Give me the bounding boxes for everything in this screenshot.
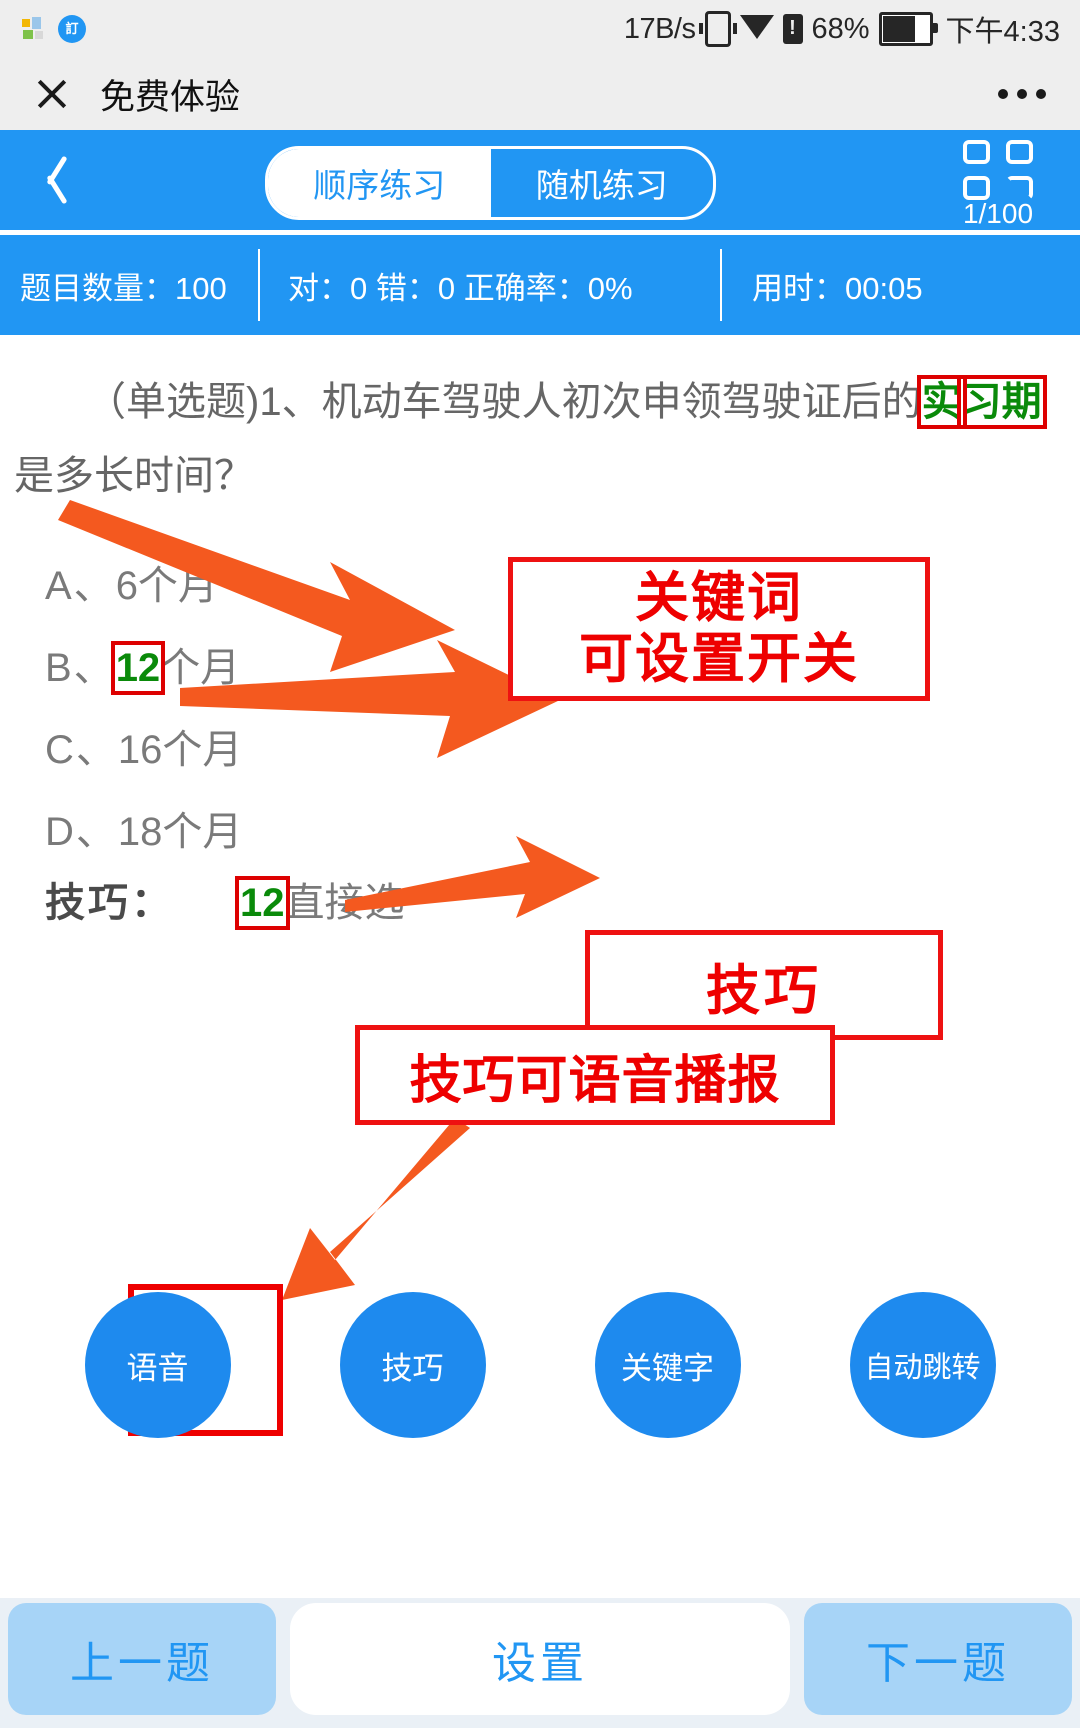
tip-row: 技巧： 12直接选 <box>45 870 405 930</box>
status-bar: 訂 17B/s 68% 下午4:33 <box>0 0 1080 58</box>
option-a-text: 6个月 <box>115 564 218 608</box>
option-c-label: C、 <box>45 728 118 772</box>
stat-elapsed-time: 用时：00:05 <box>752 270 923 306</box>
battery-icon <box>878 12 938 46</box>
badge-icon: 訂 <box>58 15 86 43</box>
chevron-left-icon[interactable] <box>34 152 64 208</box>
more-icon[interactable] <box>998 89 1046 99</box>
title-bar: 免费体验 <box>0 58 1080 130</box>
prev-question-button[interactable]: 上一题 <box>8 1603 276 1715</box>
tip-label: 技巧： <box>45 881 174 925</box>
option-a-label: A、 <box>45 564 116 608</box>
annotation-voice-text: 技巧可语音播报 <box>409 1051 781 1110</box>
wifi-icon <box>739 15 774 39</box>
stat-score: 对：0 错：0 正确率：0% <box>258 249 722 321</box>
grid-icon <box>963 140 1033 200</box>
page-title: 免费体验 <box>100 77 241 117</box>
option-d[interactable]: D、18个月 <box>45 791 645 873</box>
tip-keyword: 12 <box>235 876 290 930</box>
annotation-voice: 技巧可语音播报 <box>355 1025 835 1125</box>
stats-bar: 题目数量：100 对：0 错：0 正确率：0% 用时：00:05 <box>0 235 1080 335</box>
annotation-skill-text: 技巧 <box>706 960 822 1021</box>
tab-random-practice[interactable]: 随机练习 <box>491 149 714 217</box>
option-b-label: B、 <box>45 646 116 690</box>
feature-circle-row: 语音 技巧 关键字 自动跳转 <box>0 1292 1080 1438</box>
close-icon[interactable] <box>34 76 70 112</box>
annotation-skill: 技巧 <box>585 930 943 1040</box>
circle-button-voice[interactable]: 语音 <box>84 1292 231 1438</box>
question-text: （单选题)1、机动车驾驶人初次申领驾驶证后的实习期是多长时间？ <box>14 365 1064 513</box>
option-c[interactable]: C、16个月 <box>45 709 645 791</box>
network-speed: 17B/s <box>623 12 696 45</box>
battery-percent: 68% <box>811 12 870 45</box>
bottom-bar: 上一题 设置 下一题 <box>0 1598 1080 1728</box>
question-text-part1: （单选题)1、机动车驾驶人初次申领驾驶证后的 <box>86 380 922 424</box>
circle-button-keyword[interactable]: 关键字 <box>594 1292 741 1438</box>
phone-screen: 訂 17B/s 68% 下午4:33 免费体验 顺序练习 随机练习 1/100 … <box>0 0 1080 1728</box>
practice-mode-tabs: 顺序练习 随机练习 <box>265 146 716 220</box>
stat-question-count: 题目数量：100 <box>20 270 227 306</box>
option-b-text: 个月 <box>160 646 241 690</box>
option-d-text: 18个月 <box>117 810 243 854</box>
tab-sequential-practice[interactable]: 顺序练习 <box>268 149 491 217</box>
option-d-label: D、 <box>45 810 118 854</box>
question-keyword-1: 实 <box>916 375 967 429</box>
circle-button-skill[interactable]: 技巧 <box>339 1292 486 1438</box>
next-question-button[interactable]: 下一题 <box>804 1603 1072 1715</box>
option-c-text: 16个月 <box>117 728 243 772</box>
settings-button[interactable]: 设置 <box>290 1603 790 1715</box>
vibrate-icon <box>698 11 737 47</box>
clock: 下午4:33 <box>945 16 1060 48</box>
question-text-part2: 是多长时间？ <box>14 454 254 498</box>
status-bar-left-icons: 訂 <box>20 15 86 43</box>
annotation-keyword-line1: 关键词 <box>635 568 803 628</box>
question-grid-button[interactable]: 1/100 <box>938 140 1058 230</box>
tip-text: 直接选 <box>284 881 405 925</box>
app-icon <box>20 16 46 42</box>
sim-alert-icon <box>782 13 803 44</box>
question-progress: 1/100 <box>962 198 1034 229</box>
question-keyword-2: 习期 <box>956 375 1047 429</box>
circle-button-autojump[interactable]: 自动跳转 <box>849 1292 996 1438</box>
status-bar-right: 17B/s 68% 下午4:33 <box>624 8 1060 50</box>
option-b-keyword: 12 <box>110 641 166 695</box>
annotation-keyword: 关键词 可设置开关 <box>508 557 930 701</box>
annotation-keyword-line2: 可设置开关 <box>579 629 859 689</box>
app-header: 顺序练习 随机练习 1/100 <box>0 130 1080 230</box>
